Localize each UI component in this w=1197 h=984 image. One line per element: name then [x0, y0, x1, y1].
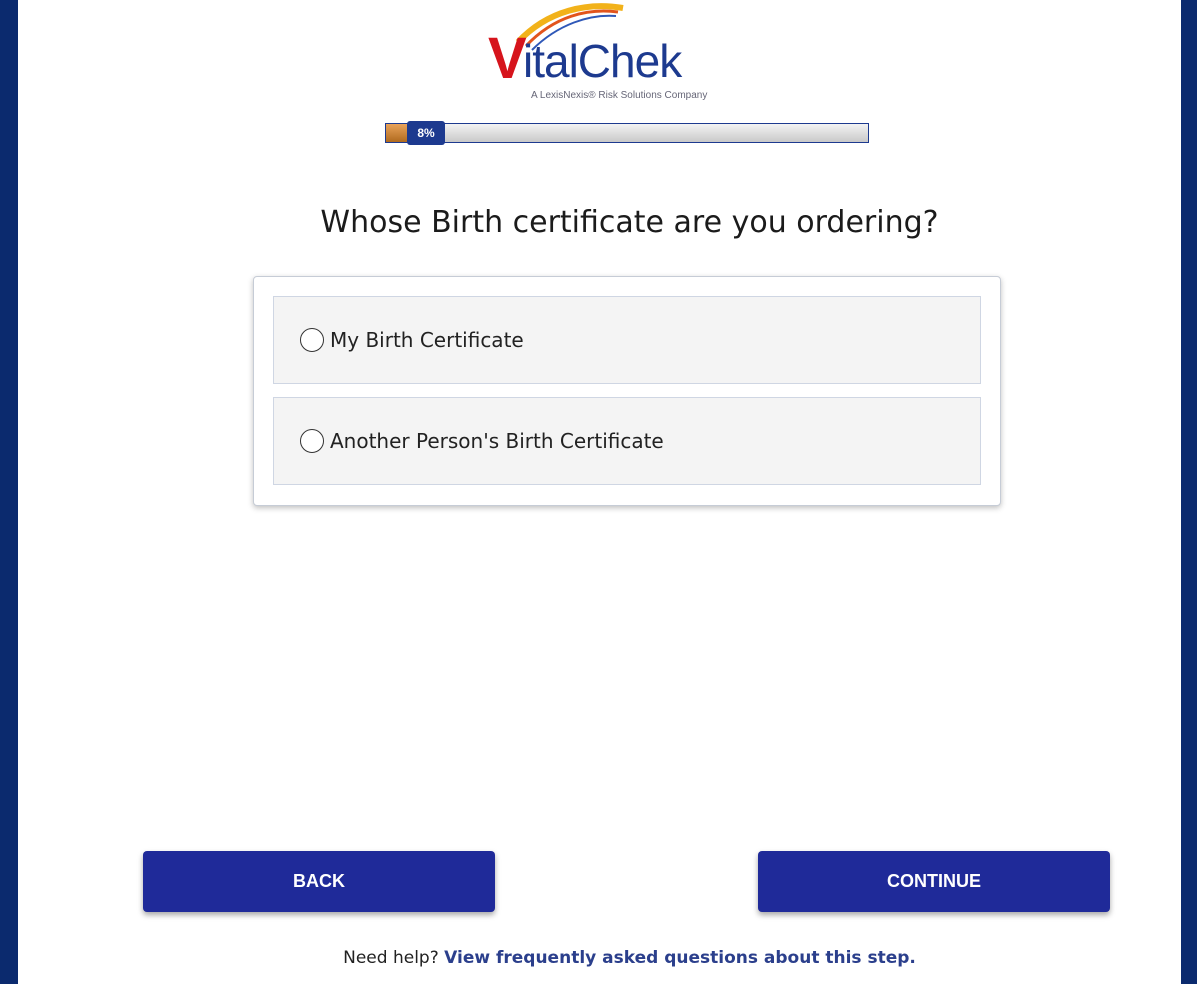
radio-button[interactable]	[300, 328, 324, 352]
logo-name: italChek	[523, 35, 682, 87]
page: V italChek A LexisNexis® Risk Solutions …	[18, 0, 1181, 984]
option-another-person-birth-certificate[interactable]: Another Person's Birth Certificate	[273, 397, 981, 485]
logo-tagline: A LexisNexis® Risk Solutions Company	[531, 90, 708, 101]
back-button[interactable]: BACK	[143, 851, 495, 912]
faq-link[interactable]: View frequently asked questions about th…	[444, 948, 916, 968]
options-card: My Birth Certificate Another Person's Bi…	[253, 276, 1001, 506]
progress-fill	[386, 124, 407, 142]
logo-v: V	[488, 26, 527, 91]
option-label: My Birth Certificate	[330, 328, 524, 352]
progress-bar: 8%	[385, 121, 869, 145]
radio-button[interactable]	[300, 429, 324, 453]
progress-percent-badge: 8%	[407, 121, 445, 145]
vitalchek-logo[interactable]: V italChek A LexisNexis® Risk Solutions …	[488, 0, 748, 110]
page-question: Whose Birth certificate are you ordering…	[320, 205, 939, 240]
option-label: Another Person's Birth Certificate	[330, 429, 664, 453]
option-my-birth-certificate[interactable]: My Birth Certificate	[273, 296, 981, 384]
help-text: Need help? View frequently asked questio…	[18, 948, 1197, 968]
continue-button[interactable]: CONTINUE	[758, 851, 1110, 912]
help-prefix: Need help?	[343, 948, 445, 968]
